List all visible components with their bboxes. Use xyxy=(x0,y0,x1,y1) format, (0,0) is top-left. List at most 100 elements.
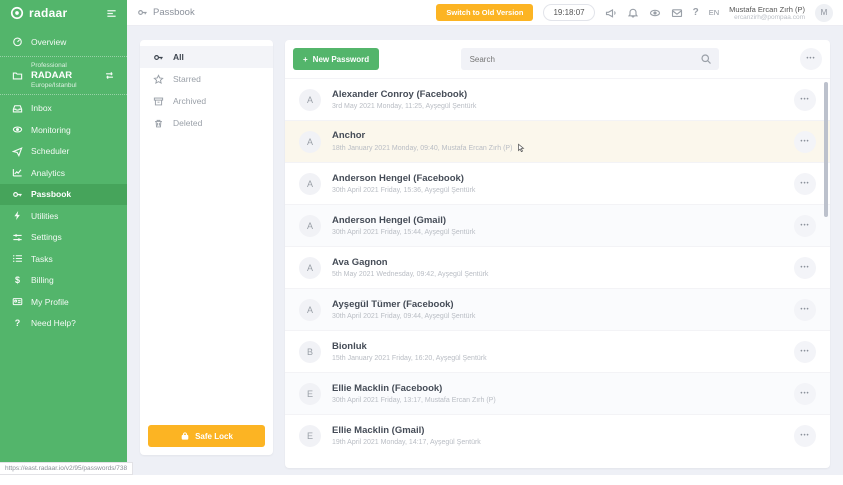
sidebar-item-settings[interactable]: Settings xyxy=(0,227,127,249)
brand-name: radaar xyxy=(29,6,68,20)
workspace-plan: Professional xyxy=(31,62,96,69)
safe-lock-button[interactable]: Safe Lock xyxy=(148,425,265,447)
row-options-button[interactable]: ••• xyxy=(794,299,816,321)
search-input[interactable] xyxy=(461,48,719,70)
row-avatar: A xyxy=(299,215,321,237)
key-icon xyxy=(137,7,148,18)
password-meta: 15th January 2021 Friday, 16:20, Ayşegül… xyxy=(332,355,487,362)
page-title: Passbook xyxy=(137,7,195,18)
user-avatar[interactable]: M xyxy=(815,4,833,22)
filter-label: Starred xyxy=(173,74,201,84)
password-row[interactable]: A Ava Gagnon 5th May 2021 Wednesday, 09:… xyxy=(285,246,830,288)
password-title: Ava Gagnon xyxy=(332,257,488,268)
row-text: Ellie Macklin (Gmail) 19th April 2021 Mo… xyxy=(332,425,481,446)
sidebar-logo-row: radaar xyxy=(0,0,127,26)
trash-icon xyxy=(153,118,164,129)
row-options-button[interactable]: ••• xyxy=(794,215,816,237)
password-title: Ellie Macklin (Facebook) xyxy=(332,383,496,394)
password-meta-text: 15th January 2021 Friday, 16:20, Ayşegül… xyxy=(332,355,487,362)
sidebar-item-overview[interactable]: Overview xyxy=(0,31,127,53)
password-meta: 30th April 2021 Friday, 13:17, Mustafa E… xyxy=(332,397,496,404)
password-row[interactable]: A Ayşegül Tümer (Facebook) 30th April 20… xyxy=(285,288,830,330)
password-row[interactable]: A Anchor 18th January 2021 Monday, 09:40… xyxy=(285,120,830,162)
filter-label: Deleted xyxy=(173,118,202,128)
list-scrollbar[interactable] xyxy=(824,82,828,217)
sidebar-item-label: Overview xyxy=(31,37,66,47)
sidebar-collapse-icon[interactable] xyxy=(106,8,117,19)
language-selector[interactable]: EN xyxy=(709,8,719,17)
bell-icon[interactable] xyxy=(627,7,639,19)
user-menu[interactable]: Mustafa Ercan Zırh (P) ercanzirh@pompaa.… xyxy=(729,5,805,21)
password-rows: A Alexander Conroy (Facebook) 3rd May 20… xyxy=(285,78,830,456)
list-options-button[interactable]: ••• xyxy=(800,48,822,70)
password-row[interactable]: A Anderson Hengel (Facebook) 30th April … xyxy=(285,162,830,204)
password-row[interactable]: A Anderson Hengel (Gmail) 30th April 202… xyxy=(285,204,830,246)
filter-all[interactable]: All xyxy=(140,46,273,68)
sliders-icon xyxy=(12,232,23,243)
list-icon xyxy=(12,253,23,264)
sidebar-item-scheduler[interactable]: Scheduler xyxy=(0,141,127,163)
row-options-button[interactable]: ••• xyxy=(794,89,816,111)
filter-deleted[interactable]: Deleted xyxy=(140,112,273,134)
plus-icon: + xyxy=(303,55,308,64)
row-avatar: A xyxy=(299,257,321,279)
header-actions: Switch to Old Version 19:18:07 ? EN Must… xyxy=(436,4,833,22)
key-icon xyxy=(153,52,164,63)
row-text: Anderson Hengel (Facebook) 30th April 20… xyxy=(332,173,475,194)
id-card-icon xyxy=(12,296,23,307)
password-meta-text: 30th April 2021 Friday, 15:36, Ayşegül Ş… xyxy=(332,187,475,194)
sidebar-item-tasks[interactable]: Tasks xyxy=(0,248,127,270)
password-meta-text: 30th April 2021 Friday, 09:44, Ayşegül Ş… xyxy=(332,313,475,320)
password-row[interactable]: A Alexander Conroy (Facebook) 3rd May 20… xyxy=(285,78,830,120)
sidebar-item-my-profile[interactable]: My Profile xyxy=(0,291,127,313)
workspace-switcher[interactable]: Professional RADAAR Europe/Istanbul xyxy=(0,56,127,95)
clock: 19:18:07 xyxy=(543,4,594,21)
brand[interactable]: radaar xyxy=(10,6,68,20)
row-options-button[interactable]: ••• xyxy=(794,341,816,363)
archive-icon xyxy=(153,96,164,107)
swap-icon[interactable] xyxy=(104,70,115,81)
sidebar-item-analytics[interactable]: Analytics xyxy=(0,162,127,184)
password-meta: 30th April 2021 Friday, 15:36, Ayşegül Ş… xyxy=(332,187,475,194)
password-row[interactable]: E Ellie Macklin (Gmail) 19th April 2021 … xyxy=(285,414,830,456)
sidebar-item-utilities[interactable]: Utilities xyxy=(0,205,127,227)
password-meta-text: 30th April 2021 Friday, 13:17, Mustafa E… xyxy=(332,397,496,404)
sidebar-item-label: Passbook xyxy=(31,189,71,199)
password-meta: 30th April 2021 Friday, 15:44, Ayşegül Ş… xyxy=(332,229,475,236)
workspace-region: Europe/Istanbul xyxy=(31,82,96,89)
row-text: Anchor 18th January 2021 Monday, 09:40, … xyxy=(332,130,526,154)
password-meta-text: 30th April 2021 Friday, 15:44, Ayşegül Ş… xyxy=(332,229,475,236)
row-options-button[interactable]: ••• xyxy=(794,383,816,405)
password-title: Ellie Macklin (Gmail) xyxy=(332,425,481,436)
filter-archived[interactable]: Archived xyxy=(140,90,273,112)
folder-icon xyxy=(12,70,23,81)
passbook-filter-panel: All Starred Archived Deleted Safe Lock xyxy=(140,40,273,455)
sidebar-item-monitoring[interactable]: Monitoring xyxy=(0,119,127,141)
sidebar-item-billing[interactable]: $ Billing xyxy=(0,270,127,292)
row-options-button[interactable]: ••• xyxy=(794,173,816,195)
search-icon xyxy=(700,53,712,65)
envelope-icon[interactable] xyxy=(671,7,683,19)
new-password-button[interactable]: + New Password xyxy=(293,48,379,70)
sidebar-nav: Overview Professional RADAAR Europe/Ista… xyxy=(0,26,127,334)
password-row[interactable]: B Bionluk 15th January 2021 Friday, 16:2… xyxy=(285,330,830,372)
sidebar-item-need-help[interactable]: ? Need Help? xyxy=(0,313,127,335)
sidebar-item-label: Billing xyxy=(31,275,54,285)
password-meta: 3rd May 2021 Monday, 11:25, Ayşegül Şent… xyxy=(332,103,476,110)
eye-icon[interactable] xyxy=(649,7,661,19)
row-options-button[interactable]: ••• xyxy=(794,425,816,447)
row-options-button[interactable]: ••• xyxy=(794,257,816,279)
sidebar-item-label: Need Help? xyxy=(31,318,76,328)
row-options-button[interactable]: ••• xyxy=(794,131,816,153)
megaphone-icon[interactable] xyxy=(605,7,617,19)
filter-starred[interactable]: Starred xyxy=(140,68,273,90)
switch-version-button[interactable]: Switch to Old Version xyxy=(436,4,533,21)
help-icon[interactable]: ? xyxy=(693,7,699,18)
password-title: Ayşegül Tümer (Facebook) xyxy=(332,299,475,310)
sidebar-item-inbox[interactable]: Inbox xyxy=(0,98,127,120)
password-meta-text: 3rd May 2021 Monday, 11:25, Ayşegül Şent… xyxy=(332,103,476,110)
safe-lock-label: Safe Lock xyxy=(195,432,233,441)
sidebar-item-passbook[interactable]: Passbook xyxy=(0,184,127,206)
password-row[interactable]: E Ellie Macklin (Facebook) 30th April 20… xyxy=(285,372,830,414)
sidebar-item-label: Inbox xyxy=(31,103,52,113)
